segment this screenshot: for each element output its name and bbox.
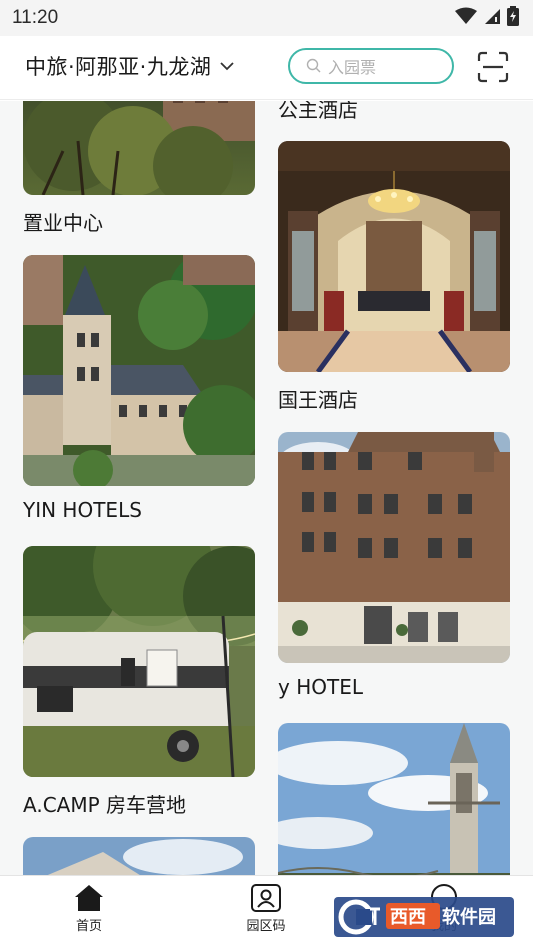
app-header: 中旅·阿那亚·九龙湖 入园票 <box>0 36 533 100</box>
card-title: A.CAMP 房车营地 <box>23 793 187 817</box>
sales-center-image <box>23 101 255 195</box>
search-input[interactable]: 入园票 <box>288 48 454 84</box>
card-title: 置业中心 <box>23 211 103 235</box>
status-time: 11:20 <box>12 7 59 28</box>
king-hotel-image <box>278 141 510 372</box>
nav-home[interactable]: 首页 <box>44 884 134 934</box>
nav-home-label: 首页 <box>75 919 102 934</box>
status-icons <box>455 6 519 26</box>
search-icon <box>306 58 321 73</box>
card-princess-hotel[interactable]: 公主酒店 <box>278 101 510 141</box>
svg-text:软件园: 软件园 <box>442 906 496 928</box>
nav-park-code-label: 园区码 <box>246 919 286 934</box>
right-column: 公主酒店 国王酒店 y HOTEL <box>278 101 510 875</box>
cell-signal-icon <box>485 9 500 24</box>
card-title: 国王酒店 <box>278 388 358 412</box>
scan-button[interactable] <box>476 50 510 84</box>
a-camp-image <box>23 546 255 777</box>
battery-icon <box>507 6 519 26</box>
card-chapel[interactable] <box>278 723 510 875</box>
site-watermark: 西西 软件园 <box>334 895 514 939</box>
left-column: 置业中心 YIN HOTELS A.CAMP 房车营地 <box>23 101 255 875</box>
svg-text:西西: 西西 <box>390 907 426 928</box>
card-sales-center[interactable]: 置业中心 <box>23 101 255 255</box>
chevron-down-icon <box>220 62 234 71</box>
scan-icon <box>477 51 509 83</box>
wifi-icon <box>455 7 477 24</box>
card-title: YIN HOTELS <box>23 498 142 522</box>
chapel-image <box>278 723 510 875</box>
card-yin-hotels[interactable]: YIN HOTELS <box>23 255 255 546</box>
id-card-icon <box>251 884 281 912</box>
card-title: 公主酒店 <box>278 101 358 122</box>
yin-hotels-image <box>23 255 255 486</box>
card-title: y HOTEL <box>278 675 363 699</box>
status-bar: 11:20 <box>0 0 533 36</box>
home-icon <box>75 885 103 911</box>
watermark-logo: 西西 软件园 <box>334 897 514 937</box>
y-hotel-image <box>278 432 510 663</box>
card-king-hotel[interactable]: 国王酒店 <box>278 141 510 432</box>
card-next[interactable] <box>23 837 255 875</box>
location-name: 中旅·阿那亚·九龙湖 <box>25 55 212 79</box>
card-a-camp[interactable]: A.CAMP 房车营地 <box>23 546 255 837</box>
venue-feed[interactable]: 置业中心 YIN HOTELS A.CAMP 房车营地 公主酒店 国王酒店 y … <box>0 101 533 875</box>
card-y-hotel[interactable]: y HOTEL <box>278 432 510 723</box>
next-card-image <box>23 837 255 875</box>
nav-park-code[interactable]: 园区码 <box>221 884 311 934</box>
search-placeholder: 入园票 <box>328 58 377 77</box>
location-selector[interactable]: 中旅·阿那亚·九龙湖 <box>25 51 235 81</box>
